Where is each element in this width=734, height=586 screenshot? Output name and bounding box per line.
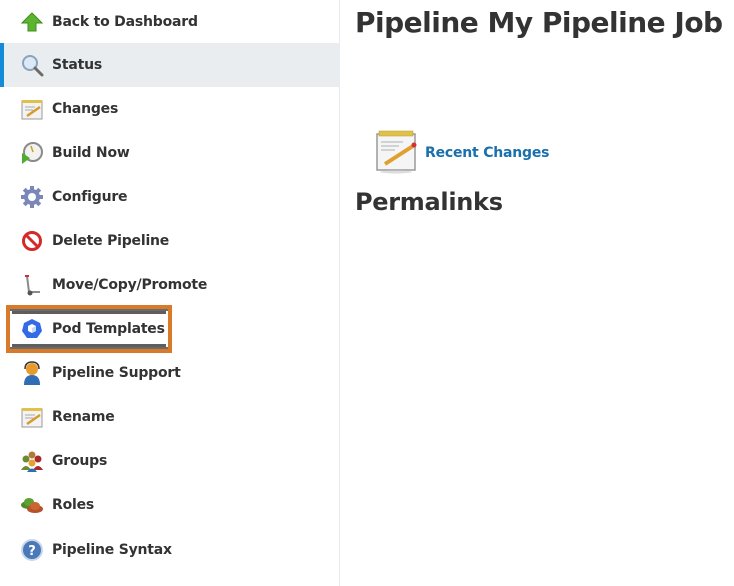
no-entry-icon xyxy=(20,229,44,253)
sidebar-item-label: Status xyxy=(52,57,103,73)
sidebar-item-label: Groups xyxy=(52,453,108,469)
clock-play-icon xyxy=(20,141,44,165)
sidebar-item-build-now[interactable]: Build Now xyxy=(0,131,339,175)
sidebar-item-label: Changes xyxy=(52,101,119,117)
support-agent-icon xyxy=(20,361,44,385)
sidebar-item-rename[interactable]: Rename xyxy=(0,395,339,439)
sidebar-item-pipeline-support[interactable]: Pipeline Support xyxy=(0,351,339,395)
help-icon: ? xyxy=(20,538,44,562)
notepad-icon xyxy=(20,97,44,121)
sidebar-item-delete-pipeline[interactable]: Delete Pipeline xyxy=(0,219,339,263)
magnifier-icon xyxy=(20,53,44,77)
sidebar-item-label: Pipeline Syntax xyxy=(52,542,172,558)
sidebar-item-label: Build Now xyxy=(52,145,130,161)
sidebar-item-label: Configure xyxy=(52,189,128,205)
group-icon xyxy=(20,449,44,473)
recent-changes-link[interactable]: Recent Changes xyxy=(373,128,550,178)
kubernetes-icon xyxy=(20,317,44,341)
hats-icon xyxy=(20,493,44,517)
sidebar-item-move-copy-promote[interactable]: Move/Copy/Promote xyxy=(0,263,339,307)
sidebar-item-configure[interactable]: Configure xyxy=(0,175,339,219)
notepad-icon xyxy=(20,405,44,429)
sidebar-item-roles[interactable]: Roles xyxy=(0,483,339,527)
svg-text:?: ? xyxy=(28,544,36,559)
sidebar-item-label: Pod Templates xyxy=(52,321,165,337)
hand-truck-icon xyxy=(20,273,44,297)
permalinks-heading: Permalinks xyxy=(355,188,503,216)
sidebar-item-label: Delete Pipeline xyxy=(52,233,170,249)
notepad-icon xyxy=(373,128,421,178)
sidebar-item-groups[interactable]: Groups xyxy=(0,439,339,483)
sidebar-item-label: Back to Dashboard xyxy=(52,14,198,30)
sidebar-item-label: Pipeline Support xyxy=(52,365,181,381)
sidebar-item-status[interactable]: Status xyxy=(0,43,339,87)
page-title: Pipeline My Pipeline Job xyxy=(355,6,723,39)
sidebar-item-pipeline-syntax[interactable]: ? Pipeline Syntax xyxy=(0,528,339,572)
side-panel: Back to Dashboard Status Changes Build N… xyxy=(0,0,340,586)
sidebar-item-label: Move/Copy/Promote xyxy=(52,277,208,293)
sidebar-item-back-to-dashboard[interactable]: Back to Dashboard xyxy=(0,0,339,44)
sidebar-item-label: Rename xyxy=(52,409,115,425)
recent-changes-label: Recent Changes xyxy=(425,145,550,161)
sidebar-item-changes[interactable]: Changes xyxy=(0,87,339,131)
main-panel: Pipeline My Pipeline Job Recent Changes … xyxy=(355,0,734,586)
sidebar-item-label: Roles xyxy=(52,497,95,513)
sidebar-item-pod-templates[interactable]: Pod Templates xyxy=(0,307,339,351)
up-arrow-icon xyxy=(20,10,44,34)
gear-icon xyxy=(20,185,44,209)
